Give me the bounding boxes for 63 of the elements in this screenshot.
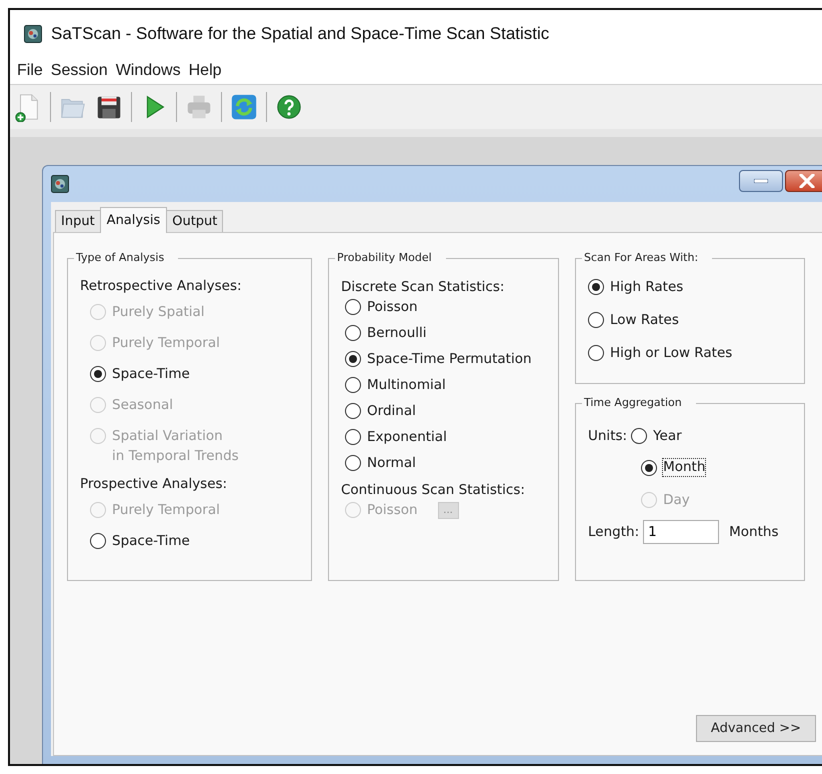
radio-label: Exponential xyxy=(367,428,447,447)
radio-label: Normal xyxy=(367,454,416,473)
radio-label: Poisson xyxy=(367,298,418,317)
group-title: Time Aggregation xyxy=(582,396,696,409)
tab[interactable]: Output xyxy=(166,210,224,232)
menu-item[interactable]: Windows xyxy=(114,62,182,80)
radio-label: High or Low Rates xyxy=(610,344,732,363)
radio-label: Space-Time xyxy=(112,365,190,384)
group-title: Type of Analysis xyxy=(74,251,178,264)
radio-button[interactable] xyxy=(345,429,361,445)
radio-label: Multinomial xyxy=(367,376,446,395)
section-label: Discrete Scan Statistics: xyxy=(341,278,506,297)
group-title: Scan For Areas With: xyxy=(582,251,712,264)
group-title: Probability Model xyxy=(335,251,446,264)
radio-label: High Rates xyxy=(610,278,684,297)
minimize-button[interactable] xyxy=(739,170,783,192)
advanced-button[interactable]: Advanced >> xyxy=(696,715,816,742)
radio-button[interactable] xyxy=(641,460,658,476)
radio-label: Seasonal xyxy=(112,396,174,415)
unit-label: Months xyxy=(729,524,778,540)
radio-label: Purely Temporal xyxy=(112,501,220,520)
section-label: Continuous Scan Statistics: xyxy=(341,481,526,500)
radio-button[interactable] xyxy=(90,533,106,549)
section-label: Prospective Analyses: xyxy=(80,475,228,494)
radio-button[interactable] xyxy=(345,325,361,341)
radio-button[interactable] xyxy=(631,428,648,444)
radio-label: Bernoulli xyxy=(367,324,427,343)
radio-button[interactable] xyxy=(345,455,361,471)
close-icon xyxy=(799,174,815,188)
refresh-icon[interactable] xyxy=(229,92,259,122)
field-label: Units: xyxy=(588,427,628,446)
radio-label: Poisson xyxy=(367,501,418,520)
close-button[interactable] xyxy=(785,170,822,192)
input-field[interactable]: 1 xyxy=(643,520,720,544)
radio-label: Spatial Variation in Temporal Trends xyxy=(112,427,239,466)
radio-label: Purely Temporal xyxy=(112,334,220,353)
radio-label: Month xyxy=(663,459,706,476)
app-icon xyxy=(24,25,42,43)
radio-label: Ordinal xyxy=(367,402,416,421)
radio-button[interactable] xyxy=(345,299,361,315)
radio-label: Day xyxy=(663,491,690,510)
radio-button[interactable] xyxy=(345,351,361,367)
radio-label: Year xyxy=(653,427,682,446)
menu-item[interactable]: Help xyxy=(188,62,223,80)
radio-label: Space-Time Permutation xyxy=(367,350,532,369)
dialog-icon xyxy=(51,175,69,193)
tab[interactable]: Input xyxy=(55,210,101,232)
radio-label: Purely Spatial xyxy=(112,303,205,322)
radio-label: Space-Time xyxy=(112,532,190,551)
minimize-icon xyxy=(754,179,768,183)
field-label: Length: xyxy=(588,523,640,542)
window-title: SaTScan - Software for the Spatial and Space-Time Scan Statistic xyxy=(51,24,550,44)
radio-button[interactable] xyxy=(90,366,106,382)
tab[interactable]: Analysis xyxy=(100,207,168,233)
radio-label: Low Rates xyxy=(610,311,679,330)
radio-button[interactable] xyxy=(345,403,361,419)
menu-item[interactable]: Session xyxy=(50,62,109,80)
menu-item[interactable]: File xyxy=(16,62,44,80)
radio-button[interactable] xyxy=(588,279,604,295)
radio-button[interactable] xyxy=(345,377,361,393)
radio-button[interactable] xyxy=(588,312,604,328)
section-label: Retrospective Analyses: xyxy=(80,277,243,296)
radio-button[interactable] xyxy=(588,345,604,361)
